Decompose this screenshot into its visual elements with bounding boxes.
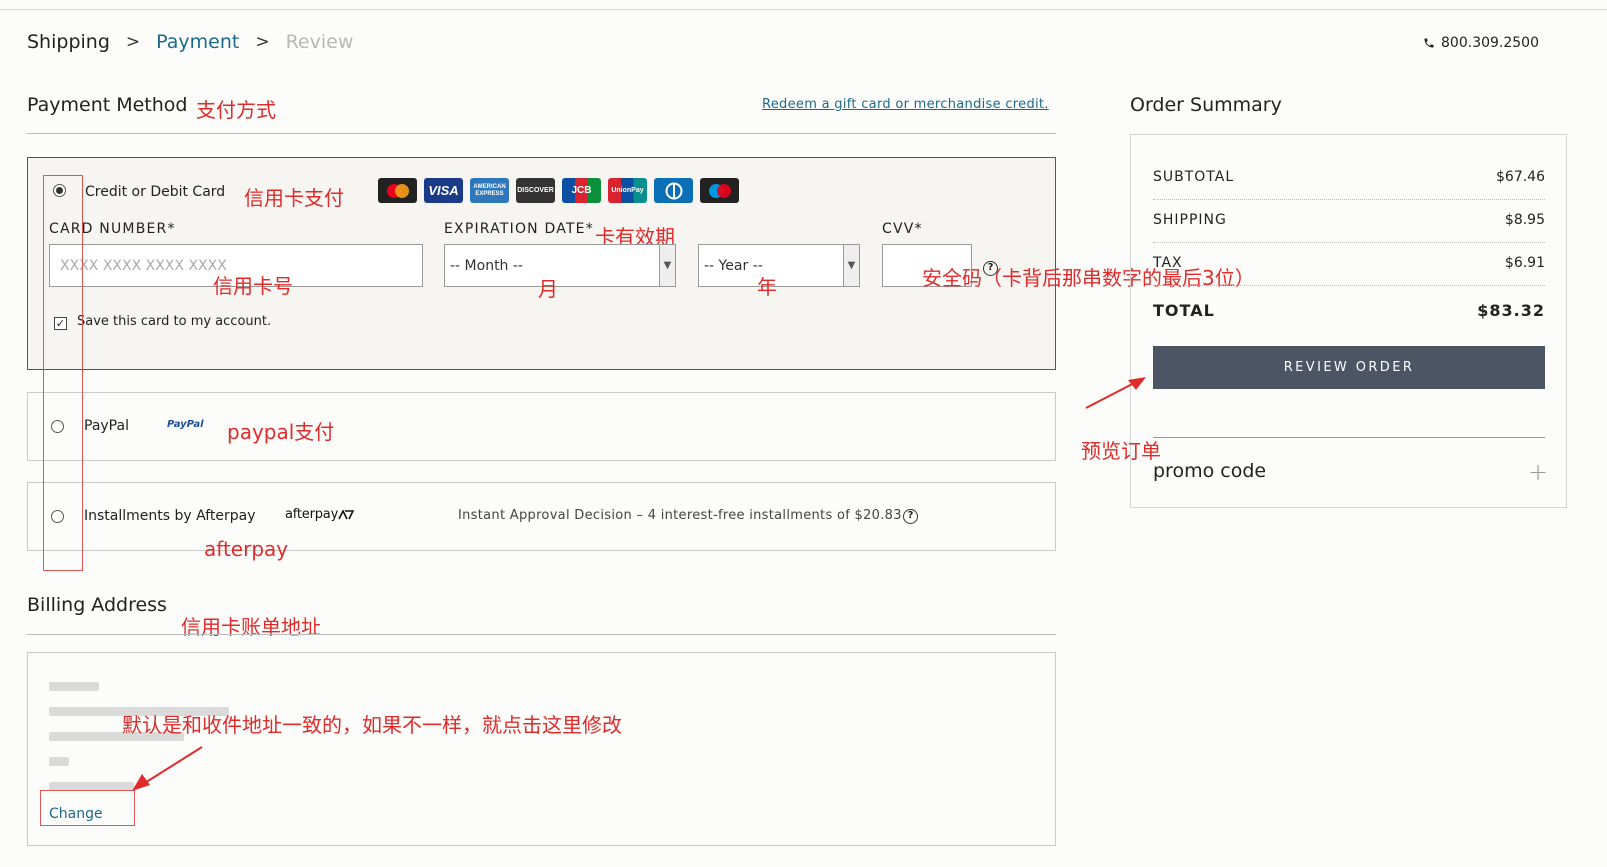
arrow-icon bbox=[132, 746, 203, 791]
annotation-arrows bbox=[132, 377, 1146, 791]
arrow-icon bbox=[1085, 377, 1146, 409]
